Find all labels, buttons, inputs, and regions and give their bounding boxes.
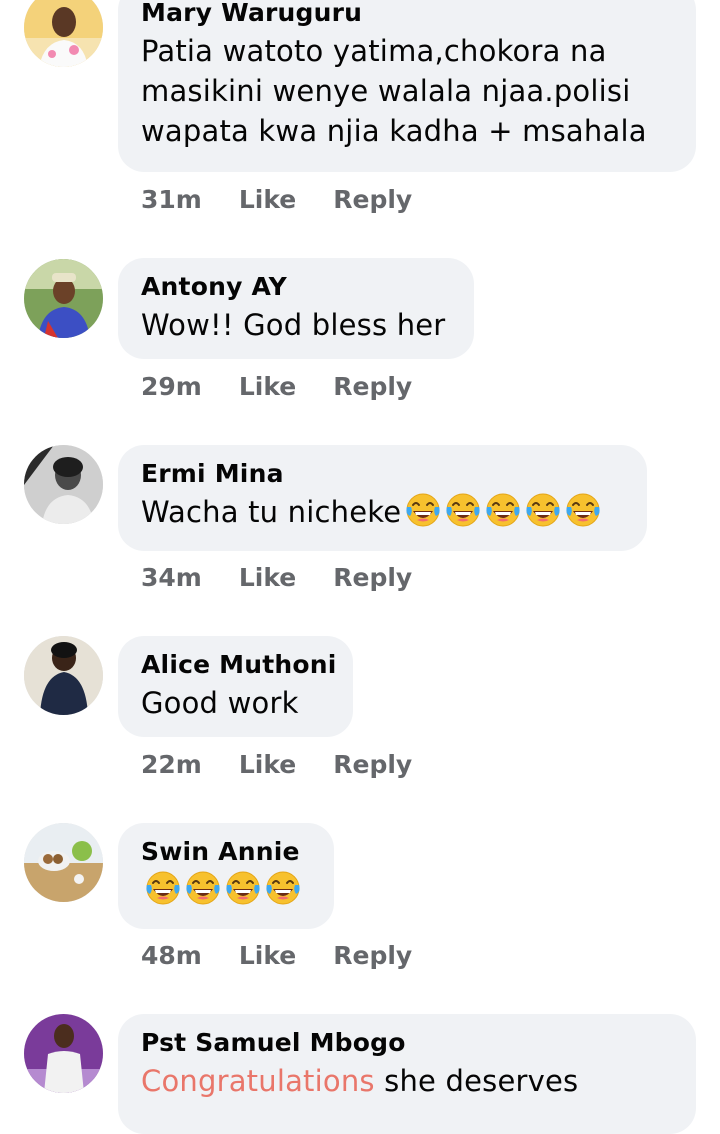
tears-of-joy-emoji-icon xyxy=(226,871,260,905)
avatar[interactable] xyxy=(24,823,103,902)
comment-text-content: Wacha tu nicheke xyxy=(141,495,402,529)
highlighted-word[interactable]: Congratulations xyxy=(141,1064,375,1098)
comment-actions: 29m Like Reply xyxy=(141,372,449,401)
like-button[interactable]: Like xyxy=(239,185,296,214)
reply-button[interactable]: Reply xyxy=(333,185,412,214)
avatar[interactable] xyxy=(24,259,103,338)
comment-text-line: Patia watoto yatima,chokora na xyxy=(141,34,607,68)
tears-of-joy-emoji-icon xyxy=(146,871,180,905)
tears-of-joy-emoji-icon xyxy=(486,493,520,527)
like-button[interactable]: Like xyxy=(239,372,296,401)
emoji-row xyxy=(401,493,601,529)
reply-button[interactable]: Reply xyxy=(333,372,412,401)
comment-bubble: Ermi Mina Wacha tu nicheke xyxy=(118,445,647,551)
comment-text: Congratulations she deserves xyxy=(141,1061,674,1101)
comment-timestamp[interactable]: 34m xyxy=(141,563,202,592)
avatar[interactable] xyxy=(24,1014,103,1093)
comment-actions: 31m Like Reply xyxy=(141,185,449,214)
man-outdoor-avatar-icon xyxy=(24,259,103,338)
comment-author[interactable]: Mary Waruguru xyxy=(141,0,674,28)
comment-actions: 22m Like Reply xyxy=(141,750,449,779)
comment-text-line: wapata kwa njia kadha + msahala xyxy=(141,114,647,148)
like-button[interactable]: Like xyxy=(239,750,296,779)
comment-actions: 34m Like Reply xyxy=(141,563,449,592)
comment-actions: 48m Like Reply xyxy=(141,941,449,970)
woman-in-white-avatar-icon xyxy=(24,0,103,67)
tears-of-joy-emoji-icon xyxy=(526,493,560,527)
comment-author[interactable]: Pst Samuel Mbogo xyxy=(141,1028,674,1058)
like-button[interactable]: Like xyxy=(239,563,296,592)
avatar[interactable] xyxy=(24,445,103,524)
avatar[interactable] xyxy=(24,0,103,67)
comment-timestamp[interactable]: 29m xyxy=(141,372,202,401)
emoji-row xyxy=(141,871,301,907)
reply-button[interactable]: Reply xyxy=(333,563,412,592)
comment-text: Wow!! God bless her xyxy=(141,308,446,342)
woman-dark-dress-avatar-icon xyxy=(24,636,103,715)
tears-of-joy-emoji-icon xyxy=(186,871,220,905)
comment-bubble: Swin Annie xyxy=(118,823,334,929)
comment-text: Good work xyxy=(141,686,299,720)
like-button[interactable]: Like xyxy=(239,941,296,970)
comment-bubble: Pst Samuel Mbogo Congratulations she des… xyxy=(118,1014,696,1134)
comment-text-line: masikini wenye walala njaa.polisi xyxy=(141,74,631,108)
tears-of-joy-emoji-icon xyxy=(446,493,480,527)
comment-bubble: Antony AY Wow!! God bless her xyxy=(118,258,474,359)
comment-text-content: she deserves xyxy=(374,1064,579,1098)
comment-author[interactable]: Alice Muthoni xyxy=(141,650,336,680)
comment-text: Wacha tu nicheke xyxy=(141,492,625,532)
comment-text xyxy=(141,870,312,910)
comment-author[interactable]: Ermi Mina xyxy=(141,459,625,489)
tears-of-joy-emoji-icon xyxy=(566,493,600,527)
comment-bubble: Alice Muthoni Good work xyxy=(118,636,353,737)
tears-of-joy-emoji-icon xyxy=(406,493,440,527)
comment-author[interactable]: Antony AY xyxy=(141,272,452,302)
comment-bubble: Mary Waruguru Patia watoto yatima,chokor… xyxy=(118,0,696,172)
comment-timestamp[interactable]: 31m xyxy=(141,185,202,214)
avatar[interactable] xyxy=(24,636,103,715)
comment-timestamp[interactable]: 22m xyxy=(141,750,202,779)
food-plate-avatar-icon xyxy=(24,823,103,902)
man-purple-background-avatar-icon xyxy=(24,1014,103,1093)
comment-author[interactable]: Swin Annie xyxy=(141,837,312,867)
tears-of-joy-emoji-icon xyxy=(266,871,300,905)
reply-button[interactable]: Reply xyxy=(333,941,412,970)
reply-button[interactable]: Reply xyxy=(333,750,412,779)
comment-timestamp[interactable]: 48m xyxy=(141,941,202,970)
grayscale-woman-avatar-icon xyxy=(24,445,103,524)
